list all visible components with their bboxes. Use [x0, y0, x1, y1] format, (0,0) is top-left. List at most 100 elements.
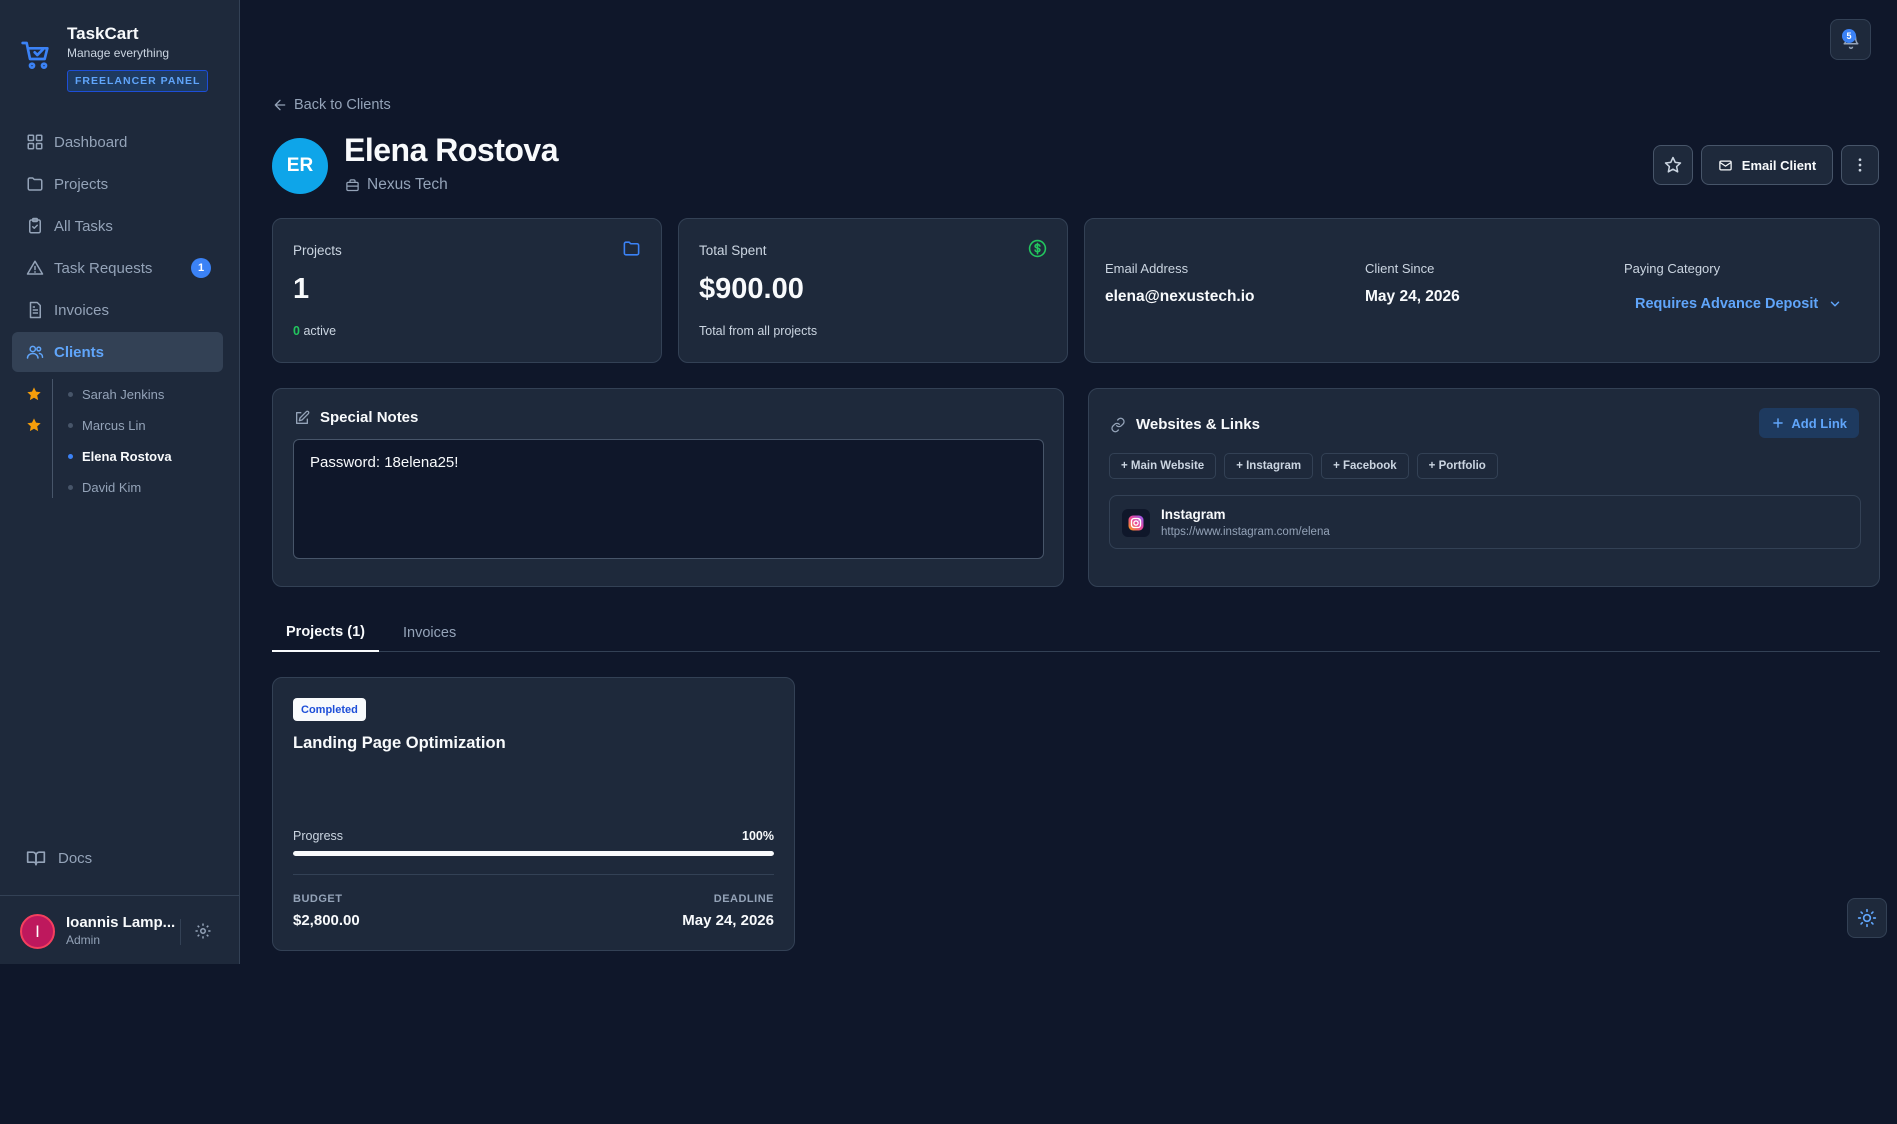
docs-link[interactable]: Docs [26, 848, 92, 868]
info-value: May 24, 2026 [1365, 288, 1460, 305]
chip-main-website[interactable]: + Main Website [1109, 453, 1217, 479]
sub-client-sarah-jenkins[interactable]: Sarah Jenkins [20, 379, 220, 410]
progress-label: Progress [293, 829, 344, 843]
back-to-clients-link[interactable]: Back to Clients [272, 97, 391, 113]
add-link-button[interactable]: Add Link [1759, 408, 1859, 438]
favorite-button[interactable] [1653, 145, 1693, 185]
nav-item-dashboard[interactable]: Dashboard [12, 122, 223, 162]
sidebar: TaskCart Manage everything FREELANCER PA… [0, 0, 240, 964]
plus-icon [1773, 418, 1784, 428]
budget-label: BUDGET [293, 893, 343, 905]
sub-client-marcus-lin[interactable]: Marcus Lin [20, 410, 220, 441]
nav-item-label: Clients [54, 343, 105, 361]
progress-bar [293, 851, 774, 856]
company-label: Nexus Tech [367, 176, 448, 193]
avatar[interactable]: I [20, 914, 55, 949]
link-icon [1111, 417, 1125, 432]
chevron-down-icon [1830, 301, 1840, 307]
stat-sub: Total from all projects [699, 324, 818, 338]
sub-client-label: Marcus Lin [82, 418, 146, 433]
stat-label: Projects [293, 243, 342, 258]
sub-dot [68, 392, 73, 397]
nav-item-projects[interactable]: Projects [12, 164, 223, 204]
nav-item-label: Projects [54, 175, 109, 193]
paying-category-select[interactable]: Requires Advance Deposit [1625, 289, 1845, 319]
category-value: Requires Advance Deposit [1635, 296, 1819, 312]
more-options-button[interactable] [1841, 145, 1879, 185]
info-value[interactable]: elena@nexustech.io [1105, 288, 1255, 306]
nav-item-label: Dashboard [54, 133, 128, 151]
nav-item-clients[interactable]: Clients [12, 332, 223, 372]
sun-icon [1857, 908, 1877, 928]
folder-icon [623, 241, 640, 256]
instagram-icon [1122, 509, 1150, 537]
chip-instagram[interactable]: + Instagram [1224, 453, 1314, 479]
stat-label: Total Spent [699, 243, 767, 258]
task-requests-badge: 1 [191, 258, 211, 278]
nav-item-label: All Tasks [54, 217, 113, 235]
sub-client-david-kim[interactable]: David Kim [20, 472, 220, 503]
nav-item-task-requests[interactable]: Task Requests 1 [12, 248, 223, 288]
stat-value: 1 [293, 273, 310, 305]
links-title: Websites & Links [1110, 416, 1260, 433]
sub-client-label: Elena Rostova [82, 449, 172, 464]
nav-item-all-tasks[interactable]: All Tasks [12, 206, 223, 246]
websites-links-card: Websites & Links Add Link + Main Website… [1088, 388, 1880, 587]
projects-stat-card: Projects 1 0 active [272, 218, 662, 363]
back-label: Back to Clients [294, 97, 391, 113]
project-title: Landing Page Optimization [293, 734, 506, 752]
brand-name: TaskCart [67, 24, 139, 43]
info-label: Paying Category [1624, 261, 1721, 276]
divider [293, 874, 774, 875]
status-badge: Completed [293, 698, 366, 721]
client-info-card: Email Address elena@nexustech.io Client … [1084, 218, 1880, 363]
gear-icon[interactable] [194, 922, 212, 940]
stat-value: $900.00 [699, 273, 804, 305]
star-icon [27, 387, 41, 401]
paying-category-info: Paying Category [1624, 261, 1720, 276]
users-icon [26, 345, 44, 359]
notes-title: Special Notes [294, 409, 418, 426]
user-profile: I Ioannis Lamp... Admin [0, 895, 240, 964]
project-card[interactable]: Completed Landing Page Optimization Prog… [272, 677, 795, 951]
sub-client-elena-rostova[interactable]: Elena Rostova [20, 441, 220, 472]
user-role: Admin [66, 933, 101, 947]
dollar-circle-icon [1028, 239, 1047, 258]
add-link-label: Add Link [1791, 415, 1847, 431]
docs-label: Docs [58, 849, 93, 867]
main-nav: Dashboard Projects All Tasks Task Reques… [12, 122, 223, 374]
arrow-left-icon [274, 99, 286, 111]
notification-count-badge: 5 [1842, 29, 1856, 43]
file-text-icon [29, 301, 41, 319]
link-item-instagram[interactable]: Instagram https://www.instagram.com/elen… [1109, 495, 1861, 549]
notes-textarea[interactable] [293, 439, 1044, 559]
theme-toggle-button[interactable] [1847, 898, 1887, 938]
alert-triangle-icon [26, 260, 44, 275]
tab-invoices[interactable]: Invoices [403, 613, 456, 652]
tab-projects[interactable]: Projects (1) [272, 613, 379, 652]
star-icon [27, 418, 41, 432]
deadline-value: May 24, 2026 [682, 912, 774, 929]
nav-item-invoices[interactable]: Invoices [12, 290, 223, 330]
star-outline-icon [1664, 156, 1682, 173]
sub-dot [68, 454, 73, 459]
panel-badge: FREELANCER PANEL [67, 70, 209, 92]
links-title-label: Websites & Links [1136, 416, 1260, 433]
stat-sub: 0 active [293, 324, 336, 338]
progress-value: 100% [742, 829, 774, 843]
chip-facebook[interactable]: + Facebook [1321, 453, 1409, 479]
sub-client-label: David Kim [82, 480, 142, 495]
special-notes-card: Special Notes [272, 388, 1064, 587]
folder-icon [27, 177, 43, 191]
active-count: 0 [293, 324, 300, 338]
nav-item-label: Task Requests [54, 259, 153, 277]
sub-client-label: Sarah Jenkins [82, 387, 165, 402]
email-info: Email Address elena@nexustech.io [1105, 261, 1255, 306]
briefcase-icon [346, 178, 359, 191]
brand-subtitle: Manage everything [67, 46, 170, 60]
email-client-button[interactable]: Email Client [1701, 145, 1833, 185]
divider [180, 919, 181, 945]
chip-portfolio[interactable]: + Portfolio [1416, 453, 1498, 479]
client-sublist: Sarah Jenkins Marcus Lin Elena Rostova D… [20, 379, 220, 503]
brand[interactable]: TaskCart Manage everything FREELANCER PA… [20, 24, 209, 92]
